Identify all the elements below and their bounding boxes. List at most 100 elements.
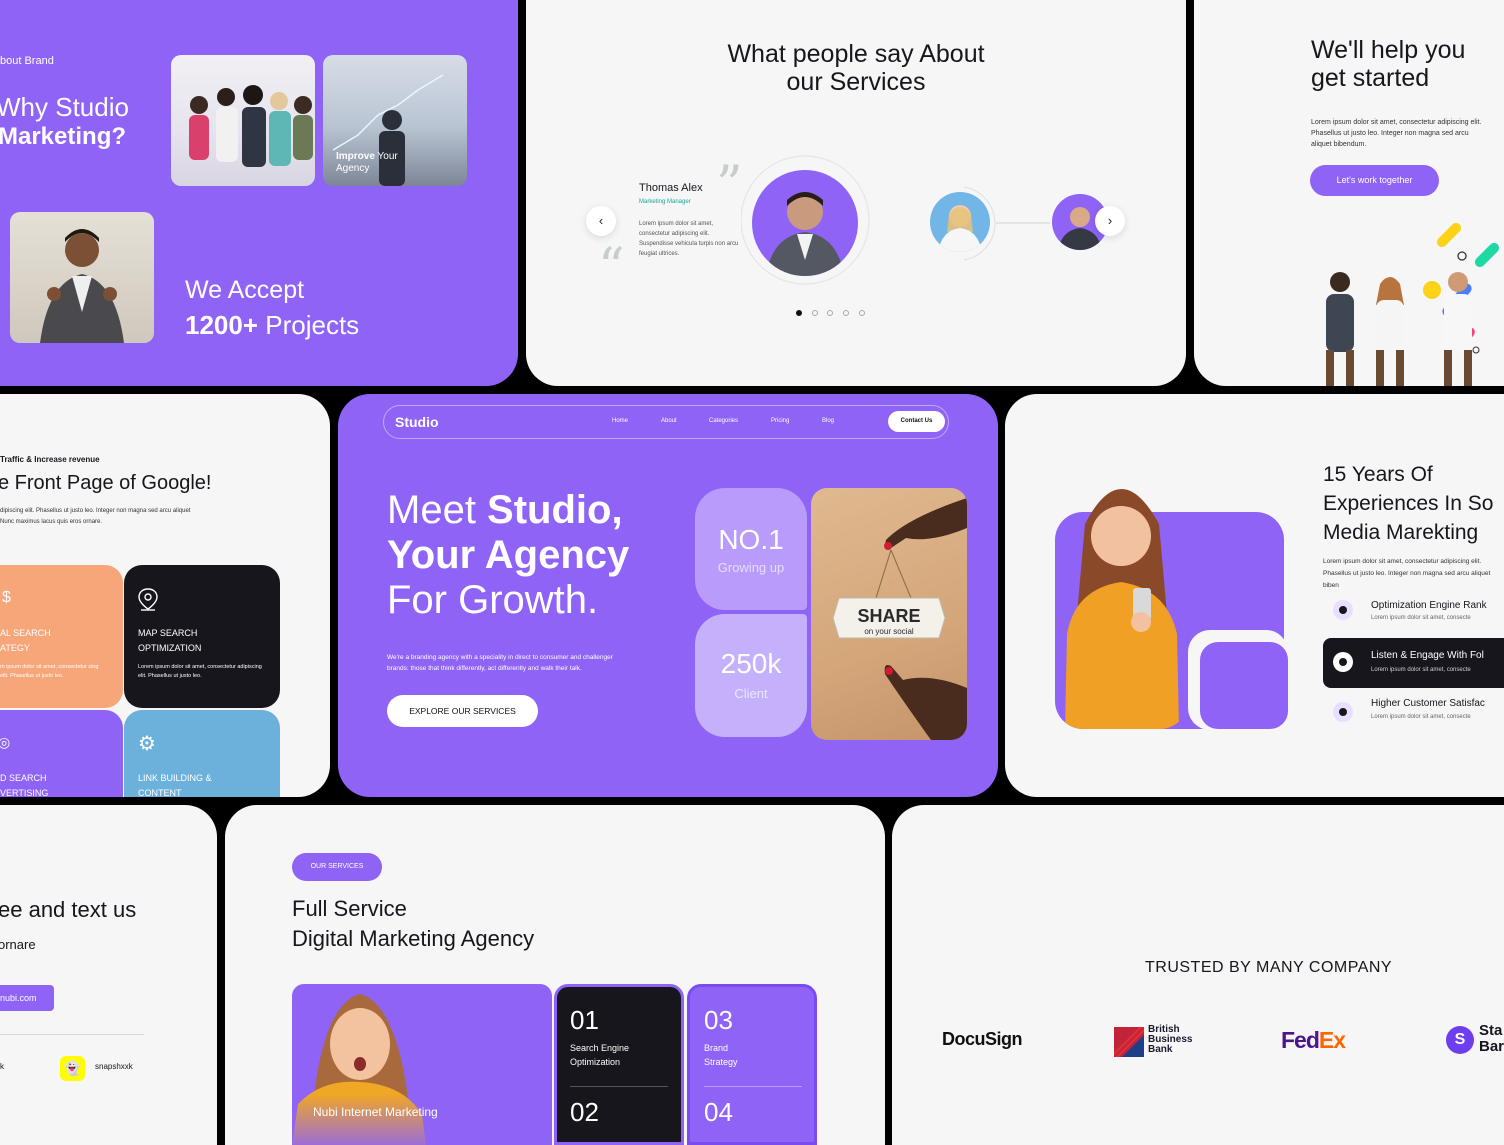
get-started-title-2: get started <box>1311 64 1430 92</box>
stanbank-line-1: Sta <box>1479 1022 1503 1039</box>
stat-growing-label: Growing up <box>717 560 785 575</box>
avatar-thumbnail-woman[interactable] <box>930 192 990 252</box>
service-01-number: 01 <box>570 1005 599 1035</box>
headline-line-1: Why Studio <box>0 92 129 122</box>
bullet-icon <box>1333 702 1353 722</box>
reviewer-portrait <box>766 192 844 276</box>
tile-map-body: Lorem ipsum dolor sit amet, consectetur … <box>138 664 262 679</box>
explore-services-button[interactable]: EXPLORE OUR SERVICES <box>387 695 538 727</box>
experience-body: Lorem ipsum dolor sit amet, consectetur … <box>1323 558 1491 589</box>
logo[interactable]: Studio <box>395 414 439 430</box>
service-col-dark[interactable]: 01 Search Engine Optimization 02 <box>554 984 684 1145</box>
snapchat-handle[interactable]: snapshxxk <box>95 1062 133 1071</box>
map-pin-icon <box>138 588 158 611</box>
services-title-2: Digital Marketing Agency <box>292 926 535 951</box>
tile-link-building[interactable]: ⚙ LINK BUILDING & CONTENT <box>124 710 280 797</box>
experience-item-3[interactable]: Higher Customer Satisfac Lorem ipsum dol… <box>1323 692 1504 736</box>
get-started-card: We'll help you get started Lorem ipsum d… <box>1194 0 1504 386</box>
docusign-logo: DocuSign <box>942 1029 1023 1049</box>
tile-local-body: m ipsum dolor sit amet, consectetur cing… <box>0 664 99 679</box>
team-illustration <box>189 85 313 167</box>
experience-title-3: Media Marekting <box>1323 521 1479 544</box>
fedex-ex: Ex <box>1318 1027 1346 1053</box>
trusted-card: TRUSTED BY MANY COMPANY DocuSign British… <box>892 805 1504 1145</box>
carousel-dot-4[interactable] <box>843 310 849 316</box>
nav-categories[interactable]: Categories <box>709 418 738 424</box>
hero-card: Studio Home About Categories Pricing Blo… <box>338 394 998 797</box>
team-photo <box>171 55 315 186</box>
experience-item-2-active[interactable]: Listen & Engage With Fol Lorem ipsum dol… <box>1323 638 1504 688</box>
about-brand-card: bout Brand Why Studio Marketing? Improve… <box>0 0 518 386</box>
contact-sub: ornare <box>0 937 36 952</box>
hero-h1-light-3: For Growth. <box>387 578 599 622</box>
tile-local-title-2: ATEGY <box>0 643 30 653</box>
tile-map-title-2: OPTIMIZATION <box>138 643 202 653</box>
hero-body: We're a branding agency with a specialit… <box>387 654 613 672</box>
services-title-1: Full Service <box>292 896 407 921</box>
stat-clients-value: 250k <box>720 648 782 679</box>
navbar: Studio Home About Categories Pricing Blo… <box>383 405 949 439</box>
stat-growing-value: NO.1 <box>718 524 784 555</box>
experience-item-2-sub: Lorem ipsum dolor sit amet, consecte <box>1371 667 1471 673</box>
analytics-photo: Improve Your Agency <box>323 55 467 186</box>
projects-label: Projects <box>258 310 360 340</box>
experience-item-1[interactable]: Optimization Engine Rank Lorem ipsum dol… <box>1323 590 1504 634</box>
tile-paid-title-2: VERTISING <box>0 788 49 797</box>
prev-arrow-button[interactable]: ‹ <box>586 206 616 236</box>
email-button[interactable]: nubi.com <box>0 985 54 1011</box>
bullet-icon <box>1333 600 1353 620</box>
services-card: OUR SERVICES Full Service Digital Market… <box>225 805 885 1145</box>
stat-clients: 250k Client <box>695 614 807 737</box>
fedex-fed: Fed <box>1281 1027 1320 1053</box>
get-started-title-1: We'll help you <box>1311 36 1466 64</box>
testimonials-card: What people say About our Services ‹ “ ”… <box>526 0 1186 386</box>
photo-caption-line-2: Agency <box>336 163 370 174</box>
reviewer-name: Thomas Alex <box>639 182 703 194</box>
carousel-dot-2[interactable] <box>812 310 818 316</box>
pin-icon: $ <box>2 589 11 606</box>
service-03-line-1: Brand <box>704 1043 729 1053</box>
tile-link-title-2: CONTENT <box>138 788 182 797</box>
carousel-dot-3[interactable] <box>827 310 833 316</box>
nav-blog[interactable]: Blog <box>822 418 834 424</box>
testimonials-title-1: What people say About <box>727 40 985 68</box>
social-left-handle[interactable]: k <box>0 1062 4 1071</box>
experience-item-1-sub: Lorem ipsum dolor sit amet, consecte <box>1371 615 1471 621</box>
next-arrow-button[interactable]: › <box>1095 206 1125 236</box>
hero-h1-light-1: Meet <box>387 488 488 532</box>
tile-map-search[interactable]: MAP SEARCH OPTIMIZATION Lorem ipsum dolor… <box>124 565 280 708</box>
stanbank-logo-icon: S <box>1446 1026 1474 1054</box>
reviewer-role: Marketing Manager <box>639 199 691 205</box>
experience-item-1-title: Optimization Engine Rank <box>1371 600 1487 611</box>
experience-title-2: Experiences In So <box>1323 492 1494 515</box>
nav-home[interactable]: Home <box>612 418 628 424</box>
man-illustration <box>40 229 124 343</box>
email-text: nubi.com <box>0 993 37 1003</box>
service-col-purple[interactable]: 03 Brand Strategy 04 <box>687 984 817 1145</box>
seo-body-2: Nunc maximus lacus quis eros ornare. <box>0 519 103 525</box>
divider <box>0 1034 144 1035</box>
carousel-dot-5[interactable] <box>859 310 865 316</box>
fedex-logo: FedEx <box>1281 1027 1346 1054</box>
contact-us-button[interactable]: Contact Us <box>888 411 945 432</box>
chevron-right-icon: › <box>1107 213 1113 228</box>
reviewer-avatar[interactable] <box>752 170 858 276</box>
nav-pricing[interactable]: Pricing <box>771 418 789 424</box>
service-01-line-1: Search Engine <box>570 1043 630 1053</box>
gear-icon: ⚙ <box>138 733 156 755</box>
services-woman-photo: Nubi Internet Marketing <box>292 984 552 1145</box>
lets-work-together-button[interactable]: Let's work together <box>1310 165 1439 196</box>
woman-portrait <box>938 205 982 252</box>
man-photo <box>10 212 154 343</box>
bullet-icon <box>1333 652 1353 672</box>
carousel-dot-1[interactable] <box>796 310 802 316</box>
tile-link-title-1: LINK BUILDING & <box>138 773 212 783</box>
snapchat-icon[interactable]: 👻 <box>60 1056 85 1081</box>
section-kicker: bout Brand <box>0 55 54 67</box>
nav-about[interactable]: About <box>661 418 677 424</box>
tile-paid-search[interactable]: ◎ D SEARCH VERTISING <box>0 710 123 797</box>
bbb-line-3: Bank <box>1148 1044 1173 1055</box>
hero-h1-bold-1: Studio, <box>487 488 623 532</box>
tile-local-search[interactable]: $ AL SEARCH ATEGY m ipsum dolor sit amet,… <box>0 565 123 708</box>
experience-title-1: 15 Years Of <box>1323 463 1433 486</box>
